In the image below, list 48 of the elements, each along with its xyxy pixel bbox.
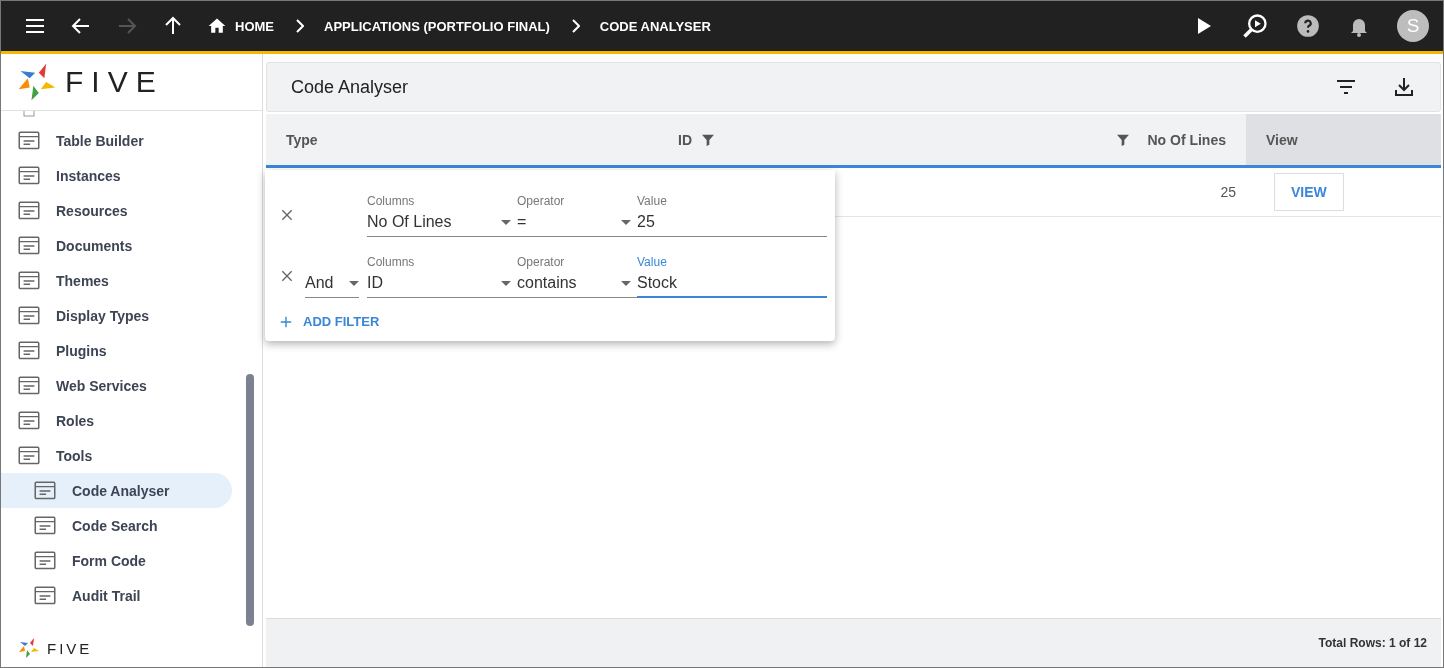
dropdown-field[interactable]: Columns ID — [367, 255, 517, 298]
dropdown-field[interactable]: Operator = — [517, 194, 637, 237]
sidebar-item[interactable]: Instances — [1, 158, 232, 193]
total-rows-text: Total Rows: 1 of 12 — [1318, 636, 1427, 650]
caret-icon — [501, 219, 511, 225]
pinwheel-logo-icon — [17, 636, 41, 660]
page-title: Code Analyser — [291, 76, 409, 98]
add-filter-button[interactable]: ADD FILTER — [279, 298, 380, 333]
sidebar-item[interactable]: Table Builder — [1, 123, 232, 158]
sidebar-item[interactable]: Roles — [1, 403, 232, 438]
chevron-icon — [296, 19, 304, 33]
dropdown-field[interactable]: Columns No Of Lines — [367, 194, 517, 237]
sidebar-item[interactable]: Form Code — [1, 543, 232, 578]
sidebar-item[interactable]: Code Search — [1, 508, 232, 543]
sidebar-item[interactable]: Display Types — [1, 298, 232, 333]
sidebar-item[interactable]: Themes — [1, 263, 232, 298]
close-icon[interactable] — [279, 207, 295, 223]
dropdown-field[interactable]: Operator contains — [517, 255, 637, 298]
conjunction-dropdown[interactable]: And — [305, 274, 359, 298]
magnifier-play-icon[interactable] — [1241, 12, 1269, 40]
plus-icon — [279, 314, 293, 329]
column-header[interactable]: View — [1246, 114, 1441, 165]
sidebar-item[interactable]: Plugins — [1, 333, 232, 368]
caret-icon — [349, 280, 359, 286]
breadcrumb-label: HOME — [235, 18, 274, 34]
sidebar-item[interactable]: Code Analyser — [1, 473, 232, 508]
sidebar-item[interactable]: Documents — [1, 228, 232, 263]
breadcrumb-link[interactable]: APPLICATIONS (PORTFOLIO FINAL) — [324, 18, 550, 34]
input-field[interactable]: Value Stock — [637, 255, 827, 298]
logo-text: FIVE — [47, 639, 93, 657]
logo-text: FIVE — [65, 65, 164, 99]
sidebar-item[interactable]: Tools — [1, 438, 232, 473]
input-field[interactable]: Value 25 — [637, 194, 827, 237]
home-icon — [207, 16, 227, 36]
caret-icon — [501, 280, 511, 286]
close-icon[interactable] — [279, 268, 295, 284]
scrollbar[interactable] — [246, 374, 254, 626]
sidebar-item[interactable]: Resources — [1, 193, 232, 228]
chevron-icon — [571, 19, 580, 33]
breadcrumb-link[interactable]: CODE ANALYSER — [599, 18, 711, 34]
sidebar-item[interactable]: Audit Trail — [1, 578, 232, 613]
view-button[interactable]: VIEW — [1274, 173, 1344, 211]
help-icon[interactable] — [1295, 13, 1321, 39]
table-cell: 25 — [1220, 184, 1236, 200]
download-icon[interactable] — [1392, 75, 1416, 99]
caret-icon — [621, 219, 631, 225]
caret-icon — [621, 280, 631, 286]
sidebar-item[interactable]: Web Services — [1, 368, 232, 403]
